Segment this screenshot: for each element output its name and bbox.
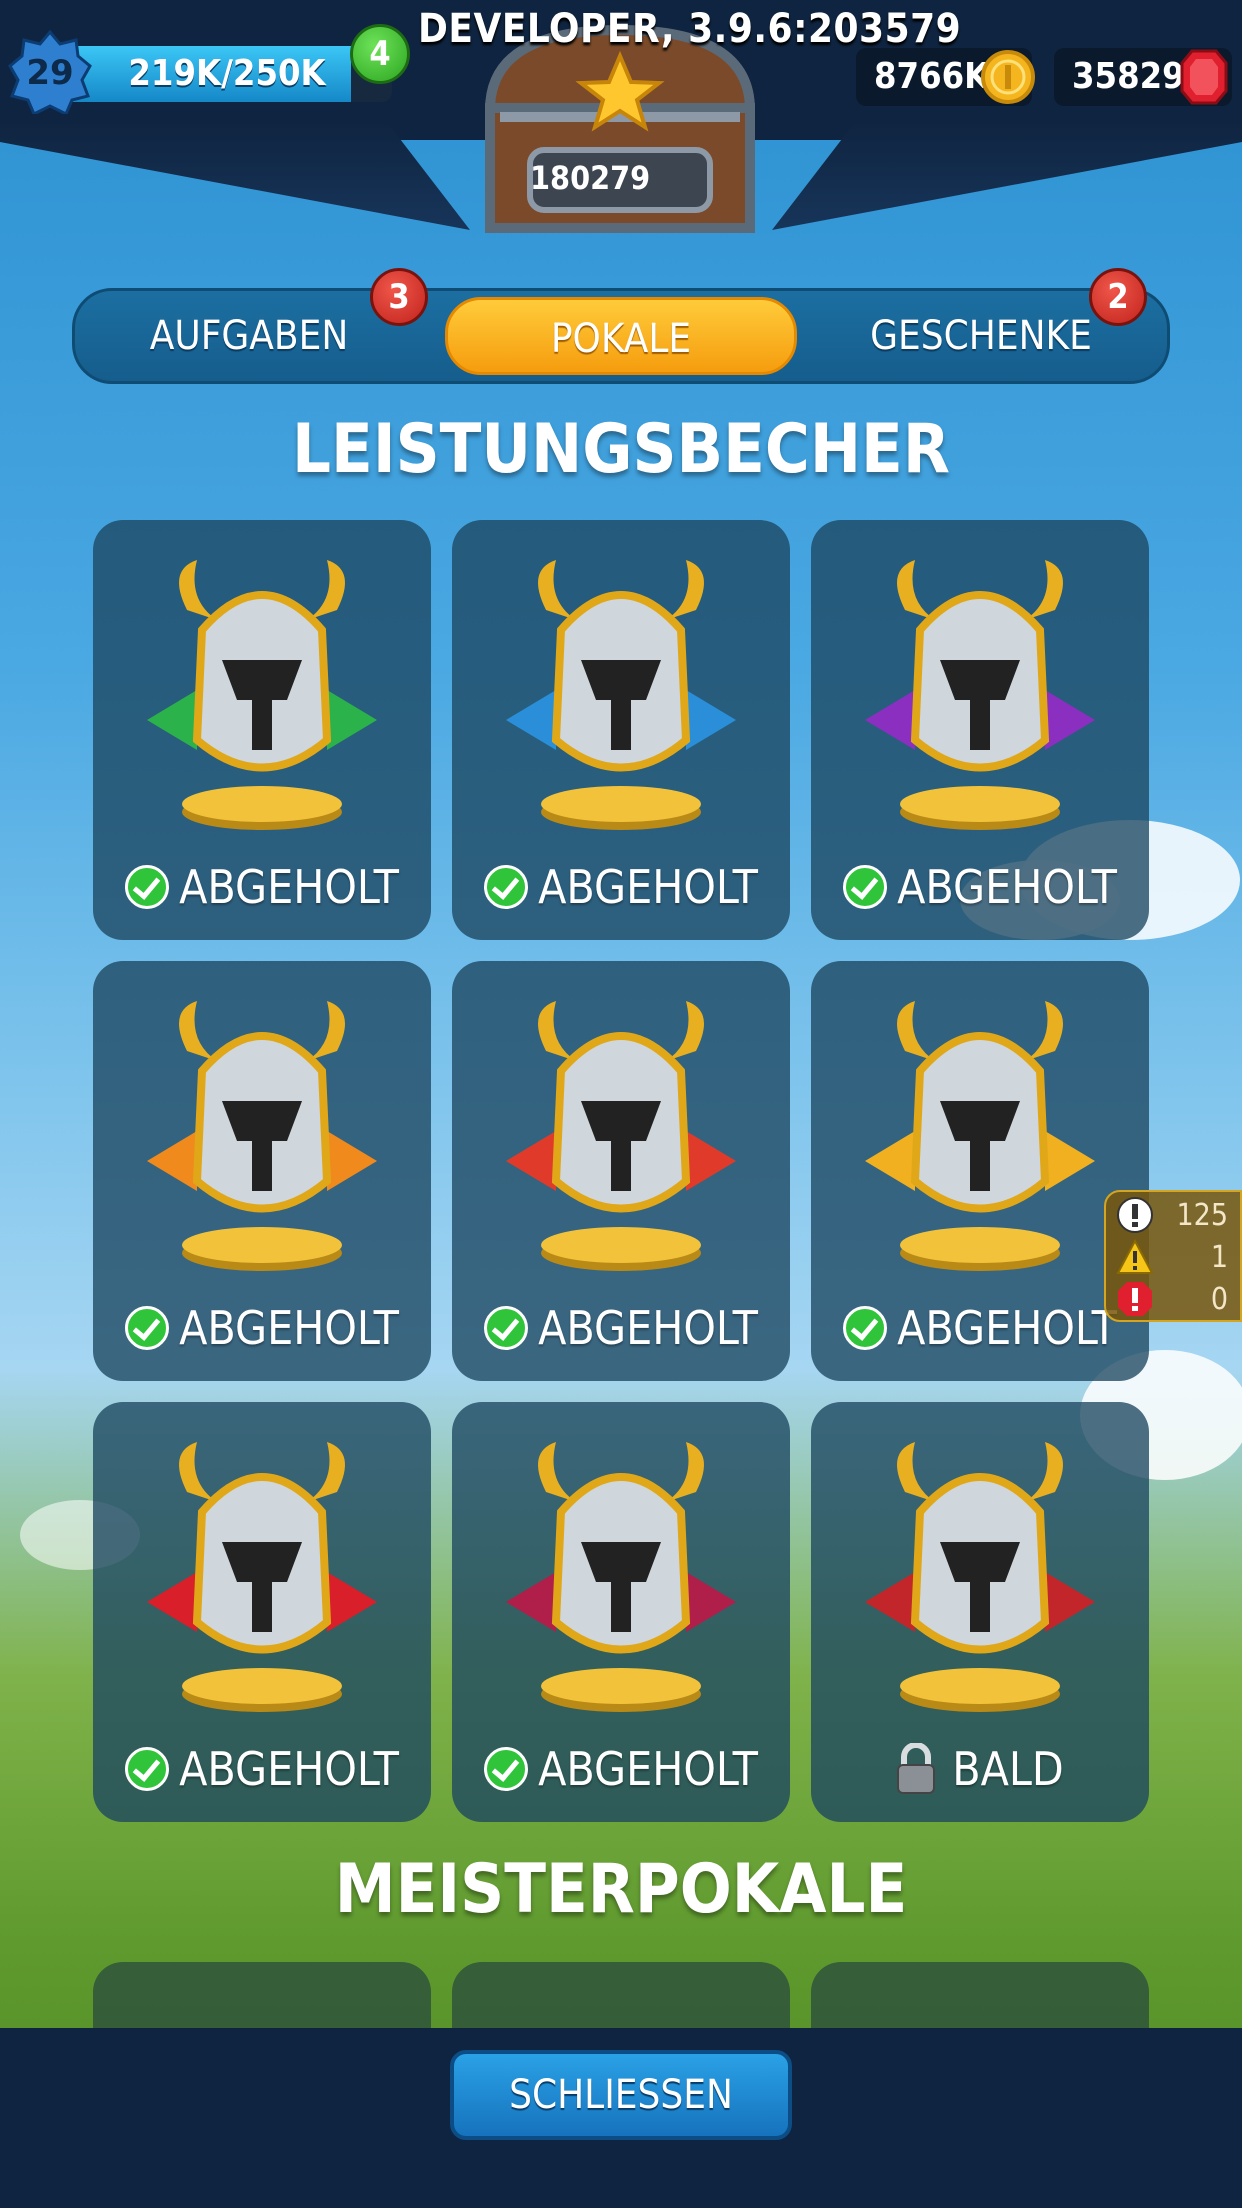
trophy-status: ABGEHOLT xyxy=(811,860,1149,914)
trophy-card[interactable]: ABGEHOLT xyxy=(811,520,1149,940)
xp-text: 219K/250K xyxy=(128,53,326,94)
tab-bar: AUFGABEN POKALE GESCHENKE xyxy=(72,288,1170,384)
master-trophy-card-peek[interactable] xyxy=(811,1962,1149,2028)
tab-label: GESCHENKE xyxy=(870,313,1092,359)
tab-label: AUFGABEN xyxy=(149,313,349,359)
trophy-status-label: BALD xyxy=(952,1742,1064,1796)
trophy-status: ABGEHOLT xyxy=(452,1301,790,1355)
tab-label: POKALE xyxy=(550,316,692,362)
trophy-card[interactable]: ABGEHOLT xyxy=(452,961,790,1381)
gold-coin-icon xyxy=(981,50,1035,104)
coin-counter[interactable]: 8766K xyxy=(856,48,1035,106)
trophy-card[interactable]: ABGEHOLT xyxy=(93,1402,431,1822)
master-trophy-card-peek[interactable] xyxy=(93,1962,431,2028)
dragon-helmet-icon xyxy=(865,1001,1095,1271)
gem-amount: 35829 xyxy=(1072,56,1185,97)
trophy-status-label: ABGEHOLT xyxy=(538,860,758,914)
section-title-master: MEISTERPOKALE xyxy=(334,1850,908,1929)
tab-aufgaben[interactable]: AUFGABEN xyxy=(89,291,409,381)
trophy-card[interactable]: BALD xyxy=(811,1402,1149,1822)
trophy-status-label: ABGEHOLT xyxy=(897,860,1117,914)
trophy-status: ABGEHOLT xyxy=(452,1742,790,1796)
treasure-chest-icon[interactable] xyxy=(470,20,770,240)
check-icon xyxy=(125,1306,170,1350)
xp-progress-bar: 219K/250K xyxy=(62,46,392,102)
error-count: 0 xyxy=(1210,1282,1228,1317)
check-icon xyxy=(484,1747,529,1791)
trophy-card[interactable]: ABGEHOLT xyxy=(452,520,790,940)
trophy-status-label: ABGEHOLT xyxy=(897,1301,1117,1355)
trophy-status: ABGEHOLT xyxy=(93,860,431,914)
info-icon xyxy=(1117,1197,1153,1233)
trophy-status-label: ABGEHOLT xyxy=(179,860,399,914)
trophy-card[interactable]: ABGEHOLT xyxy=(811,961,1149,1381)
tab-aufgaben-badge: 3 xyxy=(370,268,428,326)
trophy-status-label: ABGEHOLT xyxy=(179,1301,399,1355)
chained-shield-icon xyxy=(147,1442,377,1712)
master-trophy-card-peek[interactable] xyxy=(452,1962,790,2028)
info-count-row: 125 xyxy=(1116,1196,1236,1236)
trophy-status: ABGEHOLT xyxy=(452,860,790,914)
trophy-card[interactable]: ABGEHOLT xyxy=(93,961,431,1381)
check-icon xyxy=(484,865,529,909)
spartan-helmet-icon xyxy=(147,1001,377,1271)
trophy-card[interactable]: ABGEHOLT xyxy=(452,1402,790,1822)
winged-helmet-icon xyxy=(865,560,1095,830)
golden-crest-helmet-icon xyxy=(506,560,736,830)
tab-pokale[interactable]: POKALE xyxy=(445,297,797,375)
trophy-card[interactable]: ABGEHOLT xyxy=(93,520,431,940)
trophy-status-label: ABGEHOLT xyxy=(179,1742,399,1796)
check-icon xyxy=(843,865,888,909)
check-icon xyxy=(843,1306,888,1350)
ruby-gem-icon xyxy=(1180,49,1228,105)
developer-build-label: DEVELOPER, 3.9.6:203579 xyxy=(418,6,962,52)
tab-geschenke-badge: 2 xyxy=(1089,268,1147,326)
trophy-status-label: ABGEHOLT xyxy=(538,1742,758,1796)
demon-mask-icon xyxy=(865,1442,1095,1712)
check-icon xyxy=(125,1747,170,1791)
warning-count: 1 xyxy=(1210,1240,1228,1275)
lock-icon xyxy=(897,1743,936,1794)
error-icon xyxy=(1118,1282,1152,1316)
error-count-row: 0 xyxy=(1116,1280,1236,1320)
level-number: 29 xyxy=(26,53,73,93)
check-icon xyxy=(484,1306,529,1350)
info-count: 125 xyxy=(1176,1198,1228,1233)
trophy-status: ABGEHOLT xyxy=(93,1301,431,1355)
trophy-status-label: ABGEHOLT xyxy=(538,1301,758,1355)
debug-warnings-panel[interactable]: 125 1 0 xyxy=(1104,1190,1242,1322)
close-button[interactable]: SCHLIESSEN xyxy=(450,2050,792,2140)
section-title-achievements: LEISTUNGSBECHER xyxy=(292,410,950,489)
coin-amount: 8766K xyxy=(874,56,990,97)
trophy-status: ABGEHOLT xyxy=(93,1742,431,1796)
horned-knight-helmet-icon xyxy=(147,560,377,830)
warning-count-row: 1 xyxy=(1116,1238,1236,1278)
trophy-status: ABGEHOLT xyxy=(811,1301,1149,1355)
lion-helmet-icon xyxy=(506,1001,736,1271)
eagle-crest-icon xyxy=(506,1442,736,1712)
level-badge-icon[interactable]: 29 xyxy=(8,30,92,114)
gem-counter[interactable]: 35829 xyxy=(1054,48,1232,106)
notification-badge[interactable]: 4 xyxy=(350,24,410,84)
warning-icon xyxy=(1116,1238,1154,1274)
chest-count: 180279 xyxy=(530,159,651,197)
check-icon xyxy=(125,865,170,909)
trophy-status: BALD xyxy=(811,1742,1149,1796)
